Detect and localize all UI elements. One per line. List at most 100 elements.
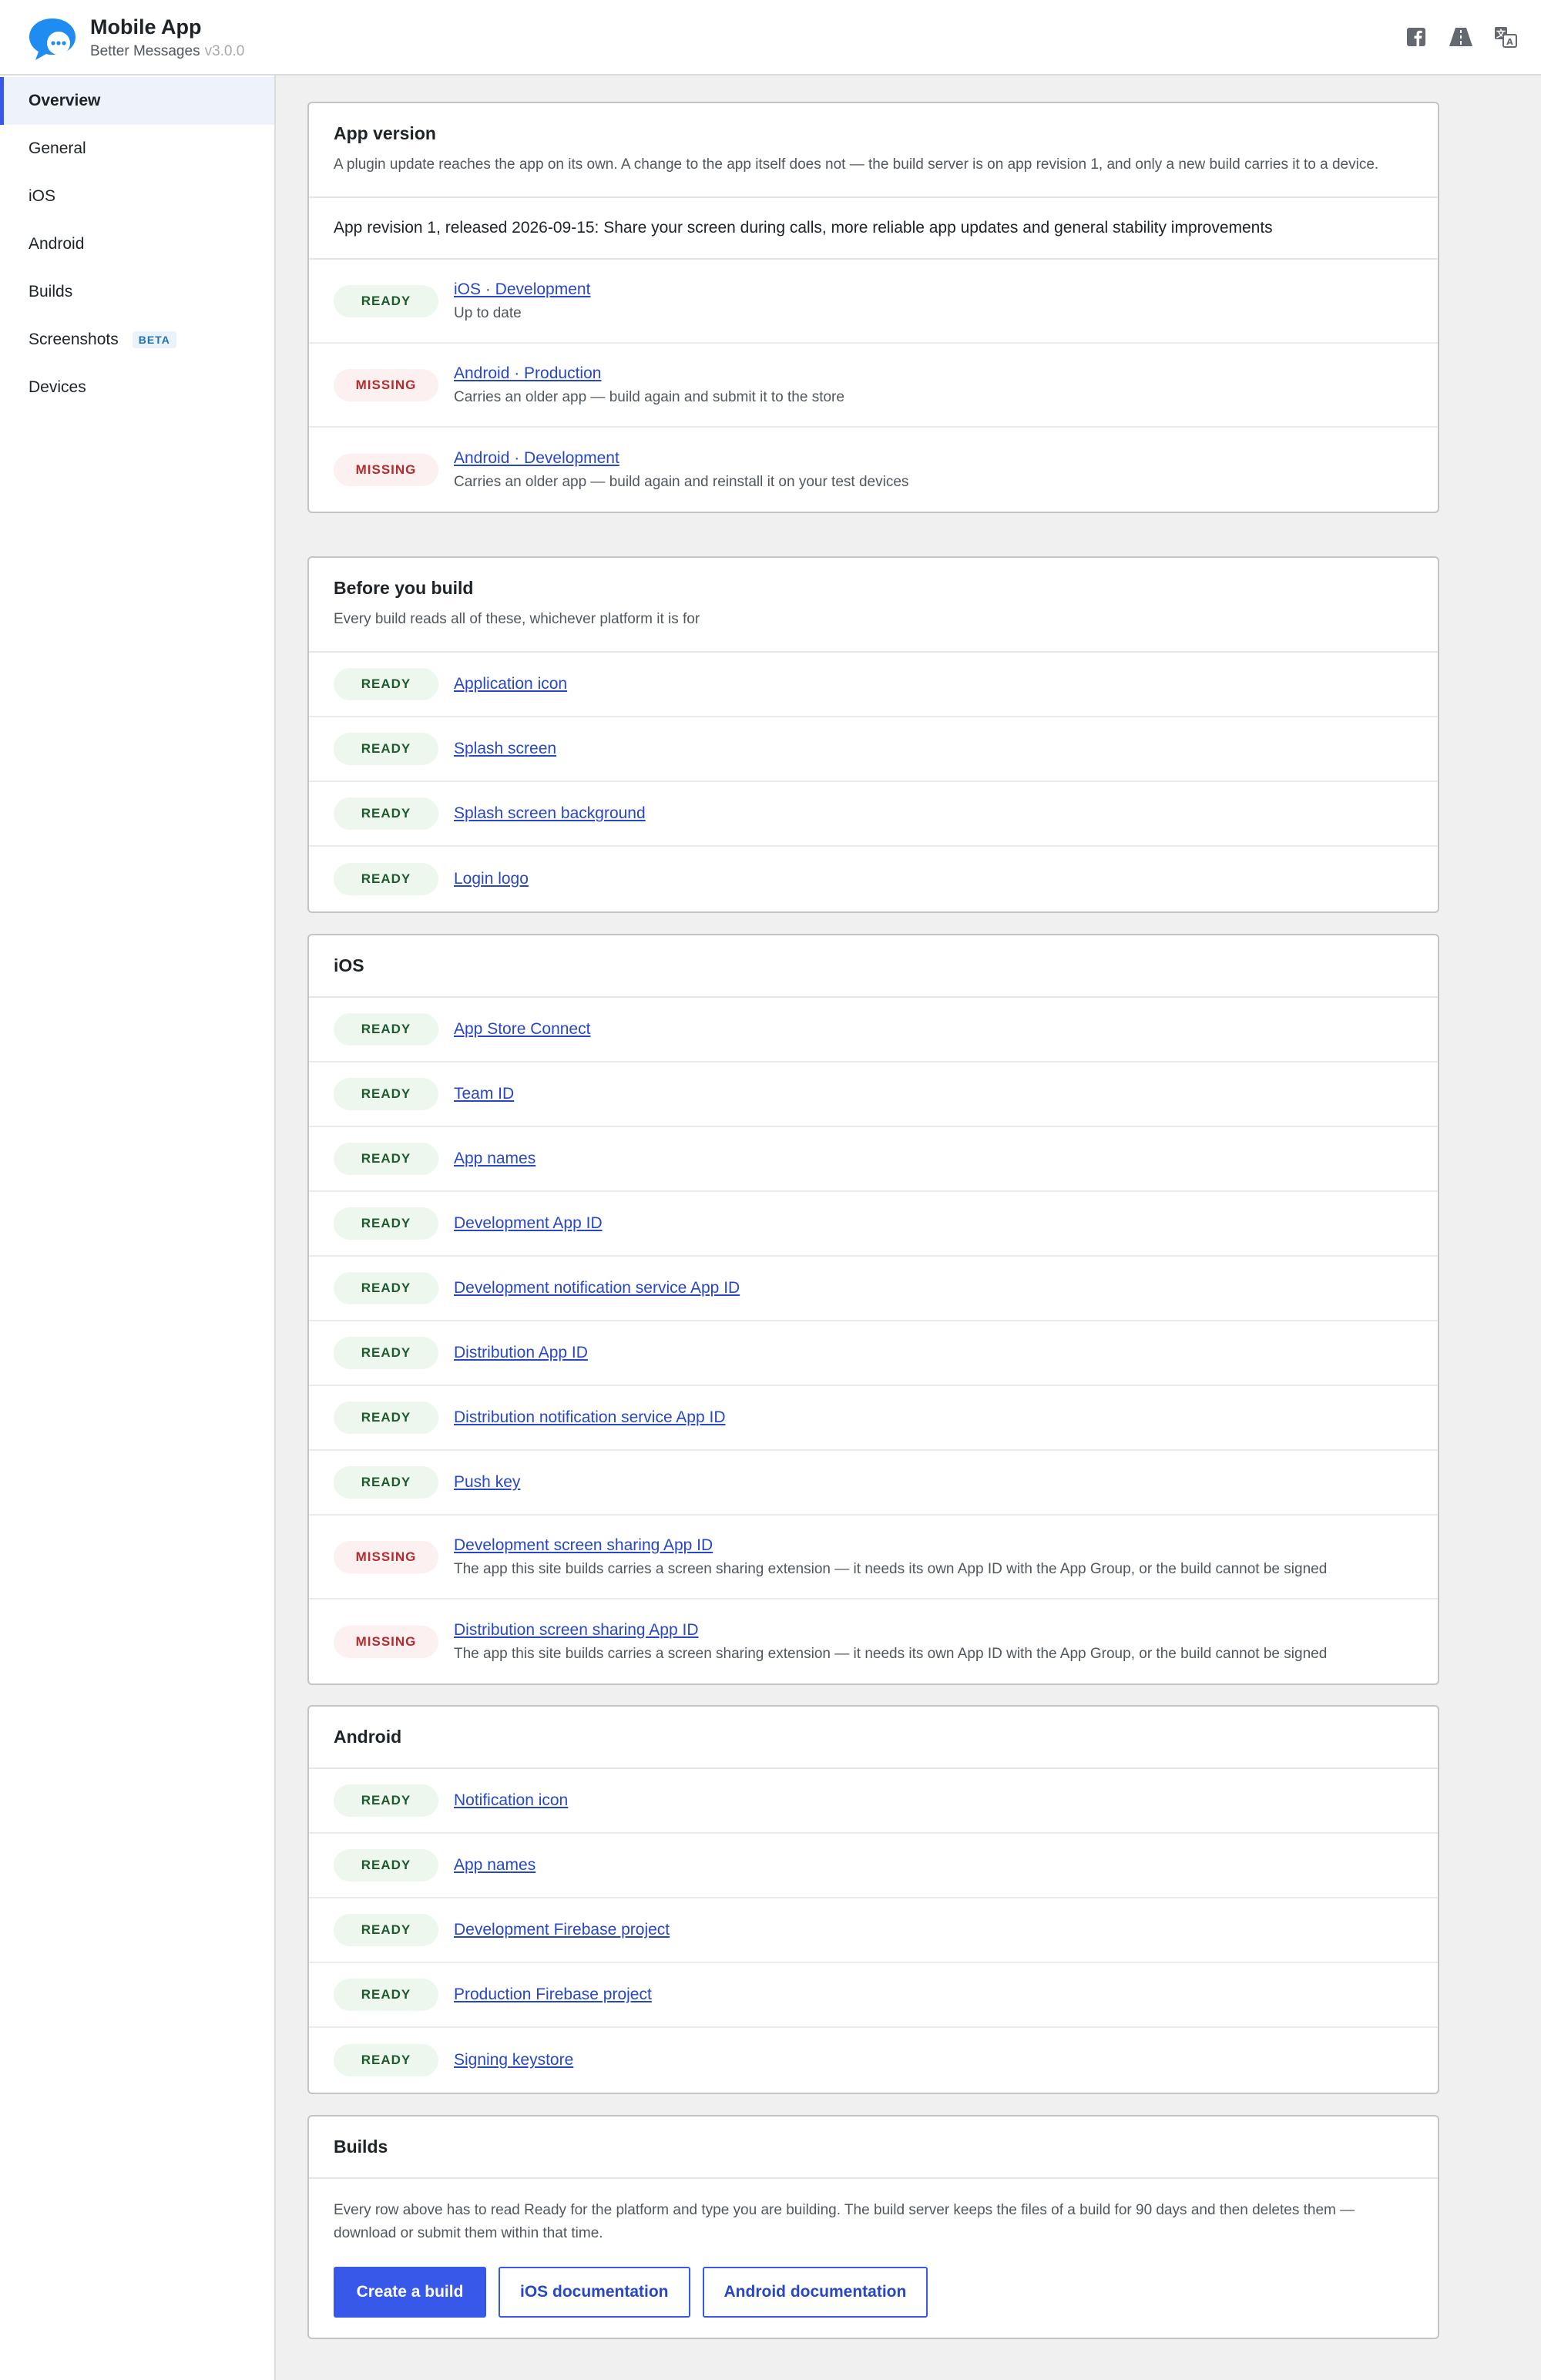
list-item: READY Development App ID (309, 1192, 1438, 1257)
chat-bubble-logo-icon (29, 18, 76, 60)
list-item: READY Splash screen background (309, 782, 1438, 847)
list-item: READY App Store Connect (309, 998, 1438, 1062)
team-id-link[interactable]: Team ID (454, 1085, 514, 1103)
row-description: Up to date (454, 304, 522, 321)
card-header: iOS (309, 935, 1438, 998)
plugin-name: Better Messages (90, 43, 200, 59)
status-badge: READY (334, 1914, 438, 1946)
sidebar-item-ios[interactable]: iOS (0, 173, 274, 220)
list-item: READY App names (309, 1127, 1438, 1192)
before-you-build-card: Before you build Every build reads all o… (307, 556, 1439, 913)
android-production-link[interactable]: Android · Production (454, 364, 601, 382)
list-item: READY App names (309, 1834, 1438, 1898)
card-description: Every build reads all of these, whicheve… (334, 611, 700, 627)
beta-badge: BETA (132, 331, 176, 348)
status-badge: READY (334, 1466, 438, 1499)
sidebar-item-screenshots[interactable]: Screenshots BETA (0, 316, 274, 364)
status-badge: READY (334, 2044, 438, 2076)
distribution-screen-sharing-app-id-link[interactable]: Distribution screen sharing App ID (454, 1621, 699, 1639)
android-development-link[interactable]: Android · Development (454, 449, 619, 467)
list-item: MISSING Distribution screen sharing App … (309, 1600, 1438, 1683)
row-description: Carries an older app — build again and r… (454, 473, 909, 490)
development-notification-service-app-id-link[interactable]: Development notification service App ID (454, 1279, 740, 1297)
card-title: Android (334, 1727, 402, 1747)
app-revision-line: App revision 1, released 2026-09-15: Sha… (309, 198, 1438, 260)
svg-text:A: A (1506, 37, 1513, 47)
distribution-app-id-link[interactable]: Distribution App ID (454, 1344, 588, 1361)
translate-icon[interactable]: 文A (1492, 23, 1519, 51)
status-badge: READY (334, 1078, 438, 1110)
card-title: iOS (334, 955, 364, 975)
card-header: App version A plugin update reaches the … (309, 103, 1438, 198)
sidebar-item-overview[interactable]: Overview (0, 77, 274, 125)
list-item: READY Application icon (309, 653, 1438, 717)
ios-card: iOS READY App Store Connect READY Team ID … (307, 934, 1439, 1685)
app-store-connect-link[interactable]: App Store Connect (454, 1020, 590, 1038)
status-badge: READY (334, 1401, 438, 1434)
login-logo-link[interactable]: Login logo (454, 870, 529, 888)
android-documentation-button[interactable]: Android documentation (702, 2267, 928, 2318)
app-version-card: App version A plugin update reaches the … (307, 102, 1439, 513)
status-badge: READY (334, 284, 438, 317)
development-firebase-project-link[interactable]: Development Firebase project (454, 1921, 670, 1939)
push-key-link[interactable]: Push key (454, 1473, 520, 1491)
status-badge: READY (334, 1979, 438, 2011)
list-item: READY Team ID (309, 1062, 1438, 1127)
sidebar-item-label: Builds (29, 283, 73, 300)
card-title: Before you build (334, 578, 474, 598)
status-badge: READY (334, 1013, 438, 1046)
status-badge: READY (334, 1337, 438, 1369)
distribution-notification-service-app-id-link[interactable]: Distribution notification service App ID (454, 1408, 726, 1426)
ios-development-link[interactable]: iOS · Development (454, 280, 590, 298)
status-badge: READY (334, 1784, 438, 1817)
status-badge: READY (334, 863, 438, 895)
row-description: Carries an older app — build again and s… (454, 388, 844, 405)
list-item: MISSING Development screen sharing App I… (309, 1516, 1438, 1600)
row-description: The app this site builds carries a scree… (454, 1560, 1328, 1577)
list-item: MISSING Android · Development Carries an… (309, 428, 1438, 512)
list-item: READY Development notification service Ap… (309, 1257, 1438, 1321)
development-app-id-link[interactable]: Development App ID (454, 1214, 603, 1232)
builds-card: Builds Every row above has to read Ready… (307, 2115, 1439, 2339)
ios-documentation-button[interactable]: iOS documentation (499, 2267, 690, 2318)
sidebar-item-devices[interactable]: Devices (0, 364, 274, 411)
application-icon-link[interactable]: Application icon (454, 675, 567, 693)
list-item: READY iOS · Development Up to date (309, 260, 1438, 344)
status-badge: READY (334, 797, 438, 830)
top-bar: Mobile App Better Messages v3.0.0 文A (0, 0, 1541, 76)
create-build-button[interactable]: Create a build (334, 2267, 486, 2318)
sidebar: Overview General iOS Android Builds Scre… (0, 76, 276, 2380)
list-item: MISSING Android · Production Carries an … (309, 344, 1438, 428)
sidebar-item-android[interactable]: Android (0, 220, 274, 268)
card-description: Every row above has to read Ready for th… (334, 2202, 1355, 2241)
ios-app-names-link[interactable]: App names (454, 1150, 535, 1167)
card-header: Builds (309, 2116, 1438, 2179)
signing-keystore-link[interactable]: Signing keystore (454, 2051, 573, 2069)
status-badge: MISSING (334, 453, 438, 486)
status-badge: READY (334, 733, 438, 765)
status-badge: READY (334, 1849, 438, 1882)
road-icon[interactable] (1447, 23, 1475, 51)
status-badge: READY (334, 1207, 438, 1240)
status-badge: READY (334, 668, 438, 700)
row-description: The app this site builds carries a scree… (454, 1645, 1328, 1662)
list-item: READY Push key (309, 1451, 1438, 1516)
list-item: READY Splash screen (309, 717, 1438, 782)
sidebar-item-builds[interactable]: Builds (0, 268, 274, 316)
splash-screen-background-link[interactable]: Splash screen background (454, 804, 646, 822)
card-description: A plugin update reaches the app on its o… (334, 156, 1379, 173)
sidebar-item-general[interactable]: General (0, 125, 274, 173)
list-item: READY Distribution App ID (309, 1321, 1438, 1386)
development-screen-sharing-app-id-link[interactable]: Development screen sharing App ID (454, 1536, 713, 1554)
list-item: READY Login logo (309, 847, 1438, 911)
list-item: READY Distribution notification service A… (309, 1386, 1438, 1451)
sidebar-item-label: General (29, 139, 86, 157)
notification-icon-link[interactable]: Notification icon (454, 1791, 568, 1809)
list-item: READY Development Firebase project (309, 1898, 1438, 1963)
sidebar-item-label: Overview (29, 92, 101, 109)
production-firebase-project-link[interactable]: Production Firebase project (454, 1986, 652, 2003)
card-title: Builds (334, 2137, 388, 2157)
facebook-icon[interactable] (1402, 23, 1430, 51)
splash-screen-link[interactable]: Splash screen (454, 740, 556, 757)
android-app-names-link[interactable]: App names (454, 1856, 535, 1874)
